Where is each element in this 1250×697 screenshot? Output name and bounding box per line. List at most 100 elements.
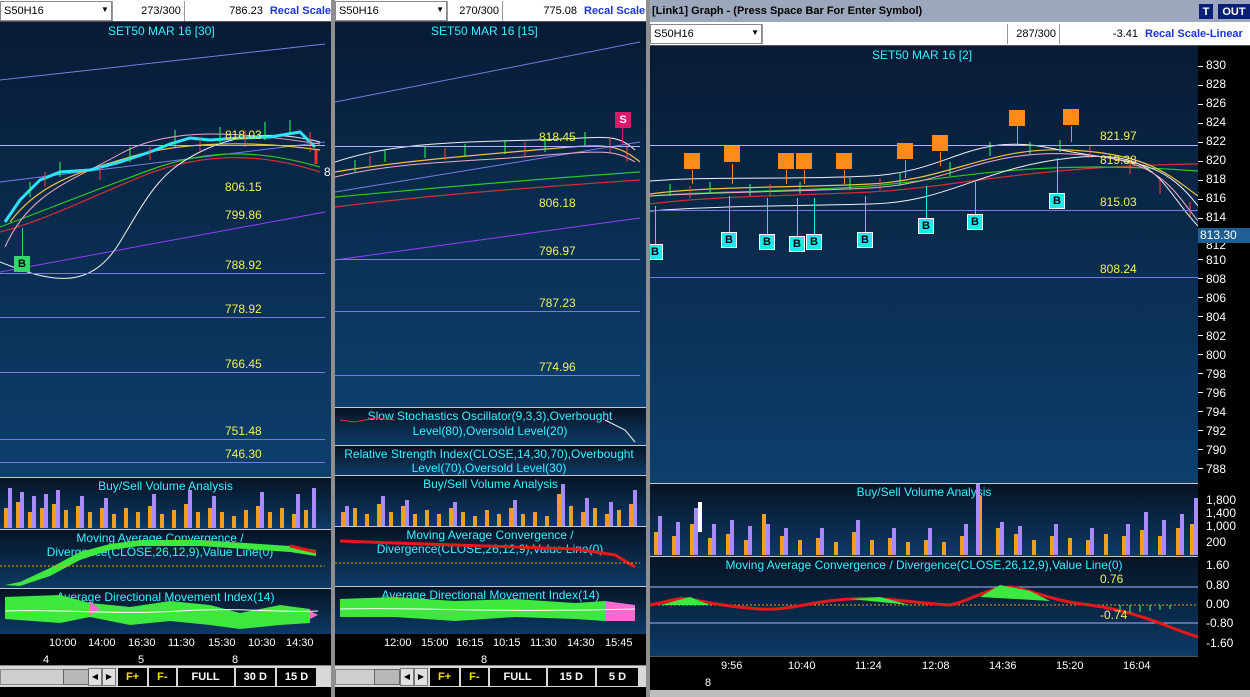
vol-label: 1,000 bbox=[1206, 519, 1237, 533]
middle-scrollbar[interactable] bbox=[335, 668, 400, 685]
middle-zoom-in-button[interactable]: F+ bbox=[430, 667, 460, 686]
middle-full-button[interactable]: FULL bbox=[489, 667, 546, 686]
y-tick bbox=[1198, 278, 1203, 279]
middle-level-line bbox=[335, 146, 640, 147]
left-level-label: 766.45 bbox=[225, 357, 262, 371]
middle-level-line bbox=[335, 259, 640, 260]
scroll-right-icon[interactable]: ▶ bbox=[414, 667, 428, 686]
right-sell-marker[interactable] bbox=[796, 153, 812, 169]
left-count: 273/300 bbox=[111, 0, 184, 21]
right-buy-marker[interactable]: B bbox=[918, 218, 934, 234]
right-x-time: 16:04 bbox=[1123, 660, 1151, 672]
right-recal-scale-button[interactable]: Recal Scale-Linear bbox=[1141, 28, 1243, 40]
left-volume-svg bbox=[4, 488, 316, 528]
right-buy-marker[interactable]: B bbox=[806, 234, 822, 250]
left-buy-marker[interactable]: B bbox=[14, 256, 30, 272]
middle-stoch-svg bbox=[339, 417, 636, 443]
middle-sell-marker-stem bbox=[622, 128, 623, 144]
middle-range-15d-button[interactable]: 15 D bbox=[547, 667, 595, 686]
right-x-time: 9:56 bbox=[721, 660, 743, 672]
right-last-price-badge: 813.30 bbox=[1198, 228, 1250, 243]
right-buy-marker[interactable]: B bbox=[721, 232, 737, 248]
right-buy-marker[interactable]: B bbox=[789, 236, 805, 252]
middle-range-5d-button[interactable]: 5 D bbox=[596, 667, 639, 686]
middle-price-chart: SET50 MAR 16 [15] 818.45 806.18 796.97 7… bbox=[335, 22, 646, 407]
left-x-axis: 10:00 14:00 16:30 11:30 15:30 10:30 14:3… bbox=[0, 634, 331, 666]
left-zoom-in-button[interactable]: F+ bbox=[118, 667, 148, 686]
right-bottom-scrollbar[interactable] bbox=[650, 690, 1250, 697]
right-buy-marker[interactable]: B bbox=[1049, 193, 1065, 209]
chevron-down-icon[interactable]: ▼ bbox=[436, 5, 444, 14]
right-sell-marker[interactable] bbox=[1009, 110, 1025, 126]
right-window-title: [Link1] Graph - (Press Space Bar For Ent… bbox=[650, 0, 1250, 22]
middle-recal-scale-button[interactable]: Recal Scale bbox=[580, 5, 645, 17]
left-header: S50H16 ▼ 273/300 786.23 Recal Scale bbox=[0, 0, 331, 22]
left-x-time: 14:00 bbox=[88, 637, 116, 649]
middle-x-time: 16:15 bbox=[456, 637, 484, 649]
y-label: 794 bbox=[1206, 405, 1227, 419]
right-chart-window: [Link1] Graph - (Press Space Bar For Ent… bbox=[650, 0, 1250, 697]
middle-zoom-out-button[interactable]: F- bbox=[461, 667, 488, 686]
middle-toolbar: ◀ ▶ F+ F- FULL 15 D 5 D bbox=[335, 665, 646, 687]
right-sell-marker[interactable] bbox=[778, 153, 794, 169]
right-buy-marker[interactable]: B bbox=[650, 244, 663, 260]
right-sell-marker[interactable] bbox=[684, 153, 700, 169]
y-label: 822 bbox=[1206, 134, 1227, 148]
right-volume-axis: 1,800 1,400 1,000 600 200 bbox=[1198, 483, 1250, 556]
right-sell-marker[interactable] bbox=[836, 153, 852, 169]
left-zoom-out-button[interactable]: F- bbox=[149, 667, 176, 686]
y-tick bbox=[1198, 373, 1203, 374]
right-t-button[interactable]: T bbox=[1199, 4, 1213, 19]
y-label: 824 bbox=[1206, 115, 1227, 129]
left-right-cut-label: 8 bbox=[324, 165, 331, 179]
left-recal-scale-button[interactable]: Recal Scale bbox=[266, 5, 331, 17]
right-buy-marker-stem bbox=[767, 198, 768, 234]
y-tick bbox=[1198, 104, 1203, 105]
left-level-label: 751.48 bbox=[225, 424, 262, 438]
right-symbol-select[interactable]: S50H16 ▼ bbox=[650, 23, 762, 44]
right-sell-marker[interactable] bbox=[1063, 109, 1079, 125]
macd-tick: 0.00 bbox=[1206, 597, 1230, 611]
left-full-button[interactable]: FULL bbox=[177, 667, 234, 686]
middle-sell-marker[interactable]: S bbox=[615, 112, 631, 128]
middle-scroll-thumb[interactable] bbox=[374, 668, 400, 685]
right-buy-marker-stem bbox=[729, 196, 730, 232]
right-level-line bbox=[650, 210, 1198, 211]
middle-adx-pane: Average Directional Movement Index(14) bbox=[335, 586, 646, 634]
right-out-button[interactable]: OUT bbox=[1218, 4, 1250, 19]
chevron-down-icon[interactable]: ▼ bbox=[101, 5, 109, 14]
right-sell-marker[interactable] bbox=[897, 143, 913, 159]
y-tick bbox=[1198, 335, 1203, 336]
middle-symbol-select[interactable]: S50H16 ▼ bbox=[335, 0, 447, 21]
right-buy-marker[interactable]: B bbox=[857, 232, 873, 248]
y-label: 816 bbox=[1206, 191, 1227, 205]
left-price-svg bbox=[0, 43, 326, 279]
scroll-left-icon[interactable]: ◀ bbox=[88, 667, 102, 686]
y-tick bbox=[1198, 161, 1203, 162]
right-macd-level: -0.74 bbox=[1100, 608, 1128, 622]
middle-level-line bbox=[335, 375, 640, 376]
left-macd-svg bbox=[0, 540, 325, 586]
right-sell-marker[interactable] bbox=[932, 135, 948, 151]
right-sell-marker[interactable] bbox=[724, 146, 740, 162]
left-range-30d-button[interactable]: 30 D bbox=[235, 667, 275, 686]
left-scroll-thumb[interactable] bbox=[63, 668, 89, 685]
y-label: 806 bbox=[1206, 291, 1227, 305]
right-level-label: 821.97 bbox=[1100, 129, 1137, 143]
chevron-down-icon[interactable]: ▼ bbox=[751, 28, 759, 37]
left-level-label: 799.86 bbox=[225, 208, 262, 222]
left-scrollbar[interactable] bbox=[0, 668, 89, 685]
left-range-15d-button[interactable]: 15 D bbox=[276, 667, 317, 686]
scroll-left-icon[interactable]: ◀ bbox=[400, 667, 414, 686]
left-symbol-select[interactable]: S50H16 ▼ bbox=[0, 0, 112, 21]
y-label: 830 bbox=[1206, 58, 1227, 72]
right-x-time: 14:36 bbox=[989, 660, 1017, 672]
right-x-axis: 9:56 10:40 11:24 12:08 14:36 15:20 16:04… bbox=[650, 656, 1198, 690]
left-buy-marker-stem bbox=[22, 228, 23, 256]
right-buy-marker[interactable]: B bbox=[967, 214, 983, 230]
scroll-right-icon[interactable]: ▶ bbox=[102, 667, 116, 686]
left-level-label: 778.92 bbox=[225, 302, 262, 316]
middle-adx-svg bbox=[339, 597, 636, 621]
y-tick bbox=[1198, 449, 1203, 450]
right-buy-marker[interactable]: B bbox=[759, 234, 775, 250]
